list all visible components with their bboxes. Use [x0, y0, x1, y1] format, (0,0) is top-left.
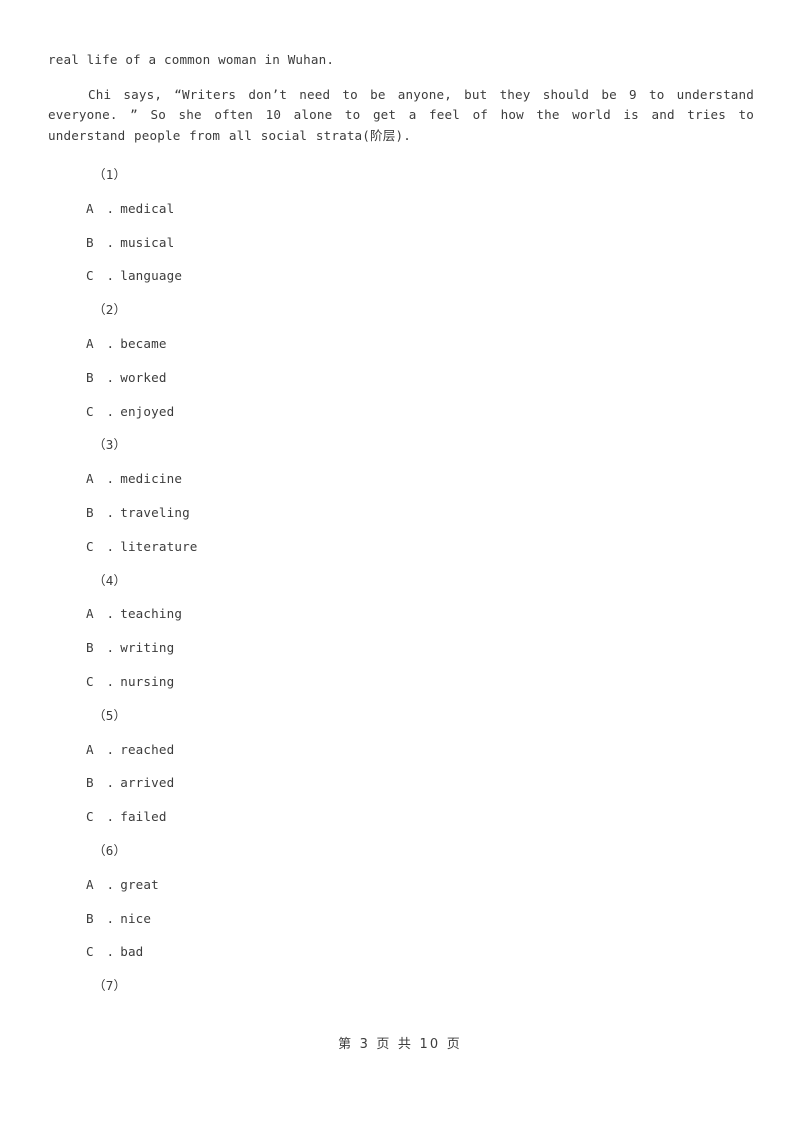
- option-text: worked: [120, 369, 167, 385]
- option-letter: B .: [86, 640, 115, 656]
- question-number: （6）: [93, 842, 127, 858]
- option-letter: A .: [86, 200, 115, 216]
- option-text: nice: [120, 910, 152, 926]
- option-text: enjoyed: [120, 403, 175, 419]
- question-group: （3） A . medicine B . traveling C . literature: [48, 428, 754, 563]
- option-letter: A .: [86, 876, 115, 892]
- footer-page-indicator: 第 3 页 共 10 页: [338, 1037, 462, 1052]
- question-option[interactable]: B . nice: [48, 902, 754, 936]
- option-letter: B .: [86, 504, 115, 520]
- question-option[interactable]: C . literature: [48, 530, 754, 564]
- question-option[interactable]: B . arrived: [48, 766, 754, 800]
- option-text: became: [120, 335, 167, 351]
- question-option[interactable]: B . worked: [48, 361, 754, 395]
- option-letter: C .: [86, 403, 115, 419]
- question-option[interactable]: C . failed: [48, 800, 754, 834]
- document-page: real life of a common woman in Wuhan. Ch…: [0, 0, 800, 1132]
- option-letter: C .: [86, 944, 115, 960]
- option-text: medical: [120, 200, 175, 216]
- option-letter: A .: [86, 335, 115, 351]
- option-letter: B .: [86, 775, 115, 791]
- option-letter: C .: [86, 809, 115, 825]
- question-option[interactable]: C . language: [48, 259, 754, 293]
- question-option[interactable]: B . writing: [48, 631, 754, 665]
- option-text: nursing: [120, 673, 175, 689]
- option-letter: B .: [86, 369, 115, 385]
- option-text: bad: [120, 944, 144, 960]
- option-letter: A .: [86, 471, 115, 487]
- question-group: （4） A . teaching B . writing C . nursing: [48, 564, 754, 699]
- option-text: medicine: [120, 471, 183, 487]
- passage-block: real life of a common woman in Wuhan. Ch…: [48, 50, 754, 146]
- question-option[interactable]: A . medicine: [48, 462, 754, 496]
- question-option[interactable]: A . great: [48, 868, 754, 902]
- question-number: （3）: [93, 437, 127, 453]
- option-letter: C .: [86, 268, 115, 284]
- passage-paragraph: Chi says, “Writers don’t need to be anyo…: [48, 85, 754, 147]
- option-text: failed: [120, 809, 167, 825]
- question-group: （6） A . great B . nice C . bad: [48, 834, 754, 969]
- option-text: arrived: [120, 775, 175, 791]
- question-option[interactable]: A . reached: [48, 733, 754, 767]
- question-number: （1）: [93, 167, 127, 182]
- option-text: musical: [120, 234, 175, 250]
- option-text: reached: [120, 741, 175, 757]
- page-footer: 第 3 页 共 10 页: [0, 1033, 800, 1053]
- option-text: great: [120, 876, 159, 892]
- question-group: （7）: [48, 969, 754, 1003]
- option-letter: A .: [86, 606, 115, 622]
- question-number: （5）: [93, 707, 127, 723]
- question-option[interactable]: C . enjoyed: [48, 395, 754, 429]
- option-text: teaching: [120, 606, 183, 622]
- option-letter: B .: [86, 910, 115, 926]
- question-group: （1） A . medical B . musical C . language: [48, 158, 754, 293]
- question-number: （4）: [93, 572, 127, 588]
- option-text: literature: [120, 538, 198, 554]
- option-letter: A .: [86, 741, 115, 757]
- question-option[interactable]: B . musical: [48, 226, 754, 260]
- question-number: （7）: [93, 978, 127, 994]
- question-option[interactable]: A . teaching: [48, 597, 754, 631]
- question-number: （2）: [93, 302, 127, 318]
- question-option[interactable]: A . medical: [48, 192, 754, 226]
- option-text: language: [120, 268, 183, 284]
- option-letter: C .: [86, 538, 115, 554]
- option-letter: C .: [86, 673, 115, 689]
- option-letter: B .: [86, 234, 115, 250]
- question-group: （5） A . reached B . arrived C . failed: [48, 699, 754, 834]
- option-text: writing: [120, 640, 175, 656]
- passage-paragraph-text: Chi says, “Writers don’t need to be anyo…: [48, 86, 754, 143]
- question-option[interactable]: C . bad: [48, 935, 754, 969]
- passage-continuation-line: real life of a common woman in Wuhan.: [48, 52, 335, 67]
- question-option[interactable]: B . traveling: [48, 496, 754, 530]
- question-option[interactable]: C . nursing: [48, 665, 754, 699]
- option-text: traveling: [120, 504, 190, 520]
- question-list: （1） A . medical B . musical C . language （2） A .…: [48, 158, 754, 1003]
- question-option[interactable]: A . became: [48, 327, 754, 361]
- question-group: （2） A . became B . worked C . enjoyed: [48, 293, 754, 428]
